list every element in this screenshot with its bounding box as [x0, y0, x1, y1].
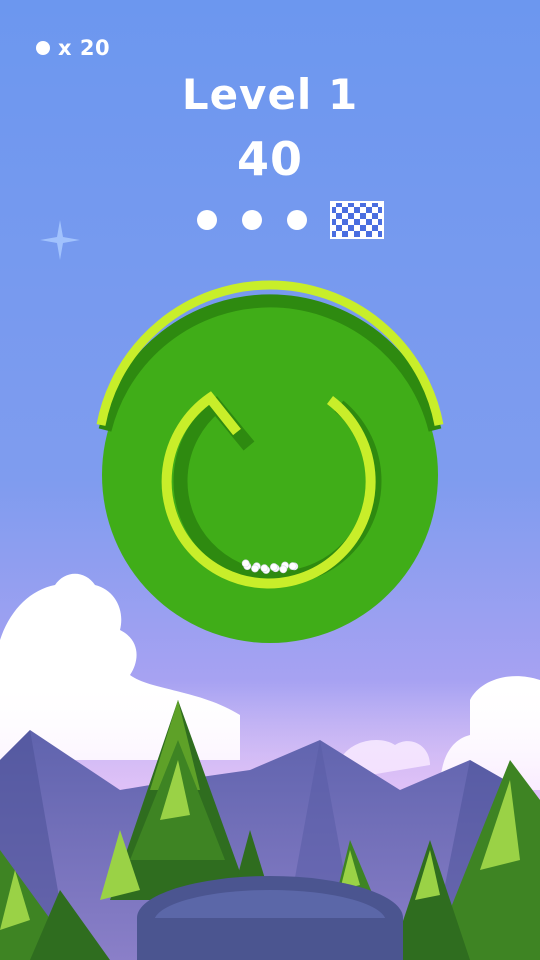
ball [260, 564, 269, 573]
stage-dot-1 [197, 210, 217, 230]
checkered-flag-icon [330, 201, 384, 239]
ball [279, 565, 288, 574]
ball-counter: x 20 [36, 36, 110, 60]
ball [251, 564, 259, 573]
stage-dot-3 [287, 210, 307, 230]
ball-icon [36, 41, 50, 55]
level-title: Level 1 [181, 70, 359, 119]
ball [288, 562, 297, 570]
ball-count-text: x 20 [58, 36, 111, 60]
collector-cup [137, 876, 403, 960]
ball [241, 559, 250, 568]
score-text: 40 [236, 132, 303, 186]
stage-dot-2 [242, 210, 262, 230]
ball [269, 563, 278, 571]
